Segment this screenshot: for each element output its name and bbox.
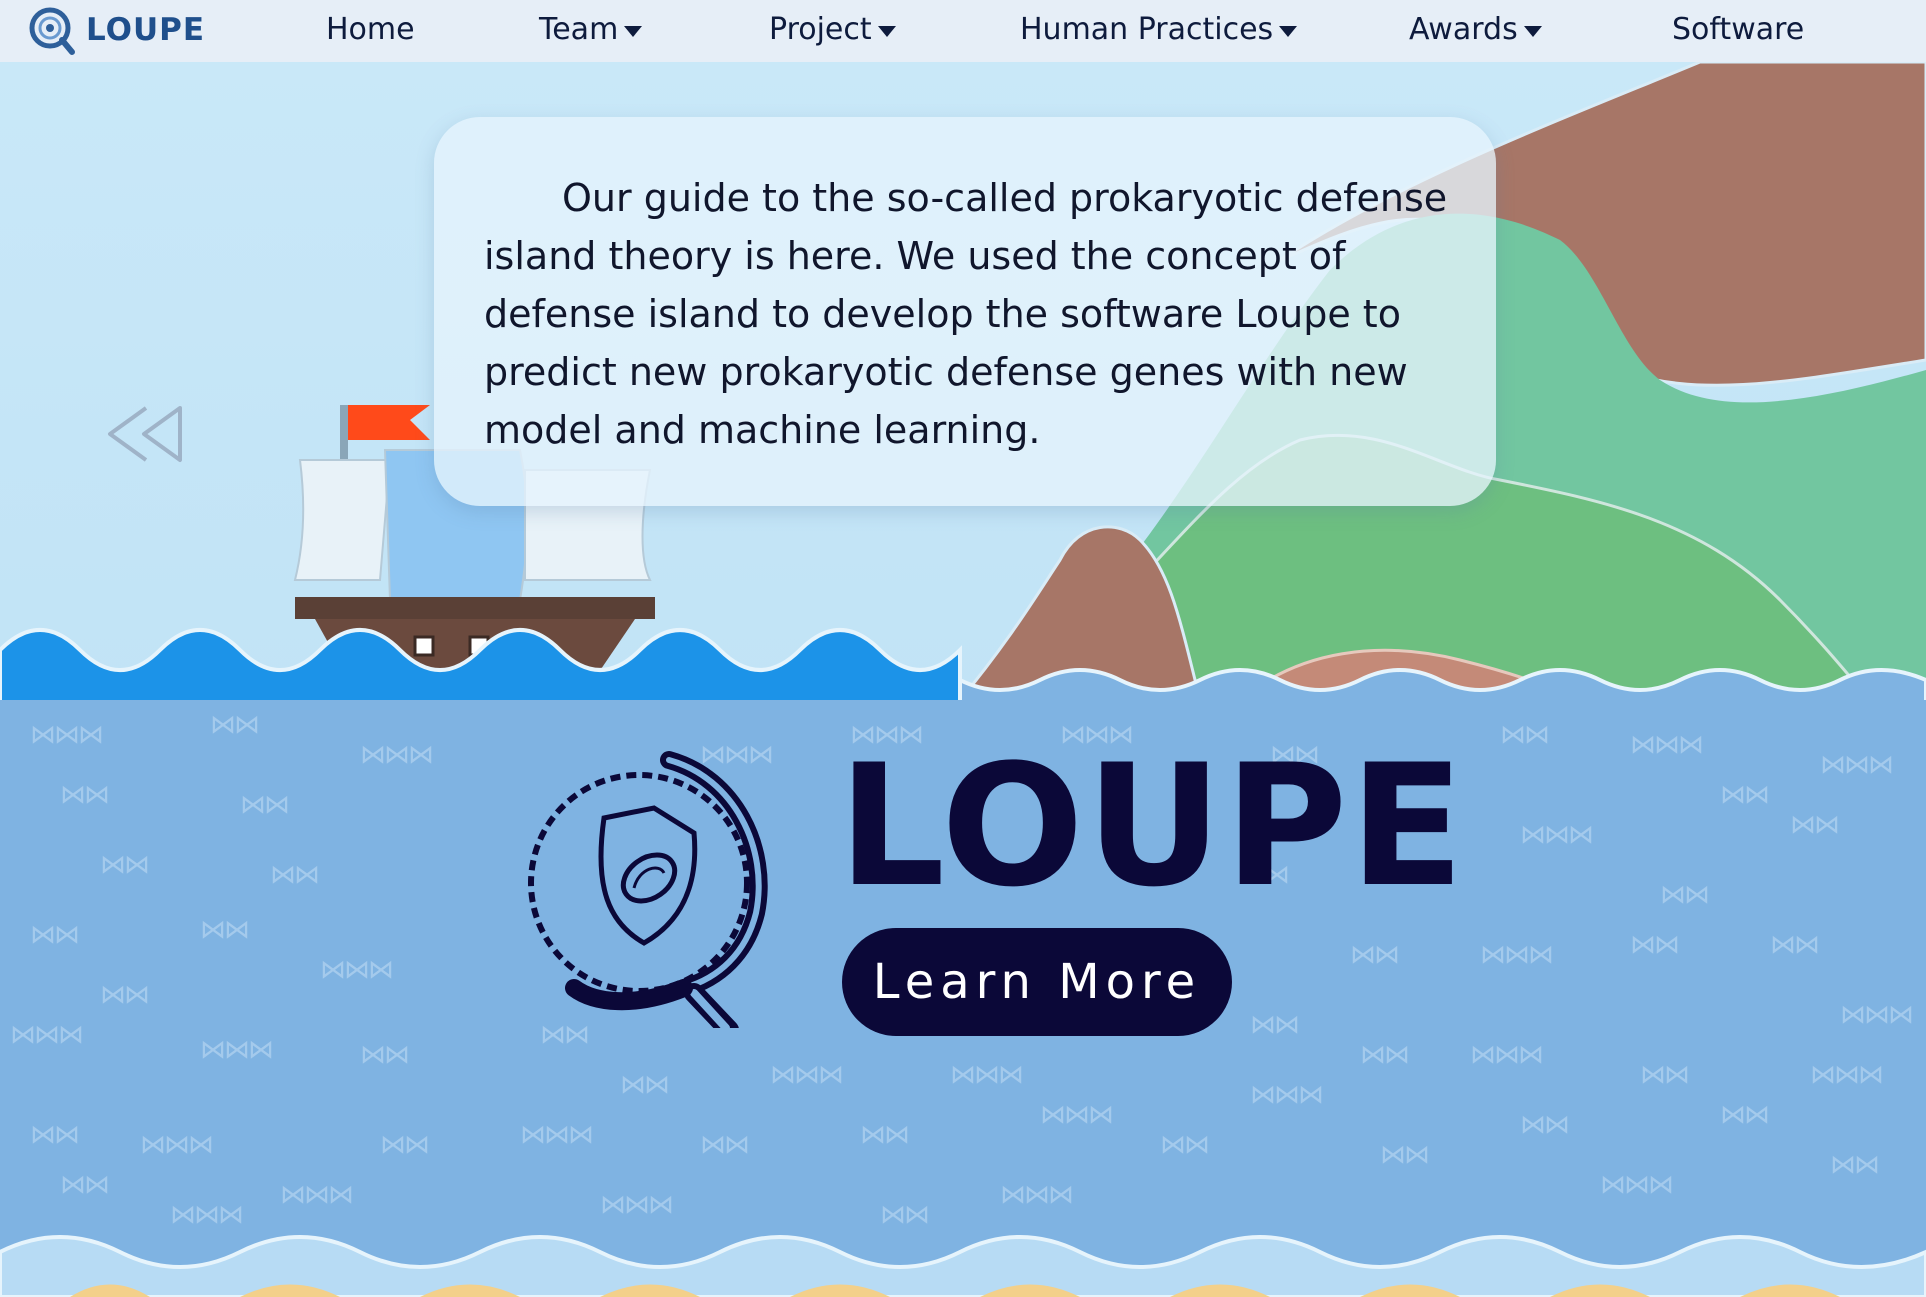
top-nav: LOUPE Home Team Project Human Practices … bbox=[0, 0, 1926, 62]
dna-icon: ⋈⋈ bbox=[1500, 720, 1550, 750]
dna-icon: ⋈⋈ bbox=[100, 850, 150, 880]
dna-icon: ⋈⋈ bbox=[1350, 940, 1400, 970]
dna-icon: ⋈⋈ bbox=[700, 1130, 750, 1160]
logo-title: LOUPE bbox=[838, 728, 1467, 924]
nav-awards[interactable]: Awards bbox=[1409, 12, 1542, 47]
intro-text: Our guide to the so-called prokaryotic d… bbox=[484, 176, 1448, 452]
dna-icon: ⋈⋈ bbox=[1720, 1100, 1770, 1130]
dna-icon: ⋈⋈ bbox=[30, 1120, 80, 1150]
dna-icon: ⋈⋈ bbox=[100, 980, 150, 1010]
learn-more-button[interactable]: Learn More bbox=[842, 928, 1232, 1036]
caret-down-icon bbox=[1279, 26, 1298, 37]
dna-icon: ⋈⋈⋈ bbox=[520, 1120, 594, 1150]
nav-project[interactable]: Project bbox=[769, 12, 896, 47]
dna-icon: ⋈⋈ bbox=[1380, 1140, 1430, 1170]
dna-icon: ⋈⋈⋈ bbox=[280, 1180, 354, 1210]
dna-icon: ⋈⋈ bbox=[270, 860, 320, 890]
brand-name: LOUPE bbox=[86, 12, 206, 48]
double-chevron-left-icon[interactable] bbox=[102, 402, 188, 466]
dna-icon: ⋈⋈ bbox=[1640, 1060, 1690, 1090]
nav-home[interactable]: Home bbox=[326, 12, 415, 47]
caret-down-icon bbox=[624, 26, 643, 37]
dna-icon: ⋈⋈ bbox=[1720, 780, 1770, 810]
dna-icon: ⋈⋈ bbox=[1660, 880, 1710, 910]
brand-logo[interactable]: LOUPE bbox=[26, 4, 205, 56]
dna-icon: ⋈⋈ bbox=[380, 1130, 430, 1160]
dna-icon: ⋈⋈⋈ bbox=[140, 1130, 214, 1160]
nav-software-label: Software bbox=[1672, 12, 1805, 47]
dna-icon: ⋈⋈⋈ bbox=[1600, 1170, 1674, 1200]
nav-project-label: Project bbox=[769, 12, 872, 47]
dna-icon: ⋈⋈ bbox=[60, 1170, 110, 1200]
dna-icon: ⋈⋈⋈ bbox=[10, 1020, 84, 1050]
dna-icon: ⋈⋈⋈ bbox=[1470, 1040, 1544, 1070]
dna-icon: ⋈⋈ bbox=[620, 1070, 670, 1100]
dna-icon: ⋈⋈⋈ bbox=[1040, 1100, 1114, 1130]
dna-icon: ⋈⋈⋈ bbox=[1250, 1080, 1324, 1110]
dna-icon: ⋈⋈⋈ bbox=[1520, 820, 1594, 850]
dna-icon: ⋈⋈⋈ bbox=[1840, 1000, 1914, 1030]
nav-home-label: Home bbox=[326, 12, 415, 47]
nav-awards-label: Awards bbox=[1409, 12, 1518, 47]
dna-icon: ⋈⋈⋈ bbox=[320, 955, 394, 985]
dna-icon: ⋈⋈⋈ bbox=[1480, 940, 1554, 970]
dna-icon: ⋈⋈ bbox=[860, 1120, 910, 1150]
dna-icon: ⋈⋈⋈ bbox=[770, 1060, 844, 1090]
dna-icon: ⋈⋈⋈ bbox=[1000, 1180, 1074, 1210]
dna-icon: ⋈⋈ bbox=[1770, 930, 1820, 960]
dna-icon: ⋈⋈⋈ bbox=[1820, 750, 1894, 780]
dna-icon: ⋈⋈ bbox=[1250, 1010, 1300, 1040]
dna-icon: ⋈⋈⋈ bbox=[30, 720, 104, 750]
loupe-emblem-icon bbox=[528, 751, 768, 1028]
loupe-logo-icon bbox=[29, 7, 75, 55]
dna-icon: ⋈⋈⋈ bbox=[1630, 730, 1704, 760]
intro-card: Our guide to the so-called prokaryotic d… bbox=[434, 117, 1496, 506]
dna-icon: ⋈⋈ bbox=[360, 1040, 410, 1070]
dna-icon: ⋈⋈ bbox=[1160, 1130, 1210, 1160]
dna-icon: ⋈⋈⋈ bbox=[950, 1060, 1024, 1090]
nav-human-practices-label: Human Practices bbox=[1020, 12, 1274, 47]
caret-down-icon bbox=[1523, 26, 1542, 37]
nav-team[interactable]: Team bbox=[539, 12, 643, 47]
dna-icon: ⋈⋈ bbox=[30, 920, 80, 950]
nav-software[interactable]: Software bbox=[1672, 12, 1804, 47]
dna-icon: ⋈⋈ bbox=[240, 790, 290, 820]
dna-icon: ⋈⋈ bbox=[1790, 810, 1840, 840]
dna-icon: ⋈⋈ bbox=[60, 780, 110, 810]
nav-human-practices[interactable]: Human Practices bbox=[1020, 12, 1298, 47]
dna-icon: ⋈⋈ bbox=[1830, 1150, 1880, 1180]
dna-icon: ⋈⋈⋈ bbox=[1810, 1060, 1884, 1090]
dna-icon: ⋈⋈⋈ bbox=[360, 740, 434, 770]
dna-icon: ⋈⋈ bbox=[200, 915, 250, 945]
dna-icon: ⋈⋈ bbox=[1360, 1040, 1410, 1070]
dna-icon: ⋈⋈ bbox=[1630, 930, 1680, 960]
bottom-waves bbox=[0, 1235, 1926, 1297]
dna-icon: ⋈⋈ bbox=[1520, 1110, 1570, 1140]
caret-down-icon bbox=[877, 26, 896, 37]
dna-icon: ⋈⋈⋈ bbox=[200, 1035, 274, 1065]
dna-icon: ⋈⋈ bbox=[210, 710, 260, 740]
dna-icon: ⋈⋈⋈ bbox=[600, 1190, 674, 1220]
nav-team-label: Team bbox=[539, 12, 619, 47]
